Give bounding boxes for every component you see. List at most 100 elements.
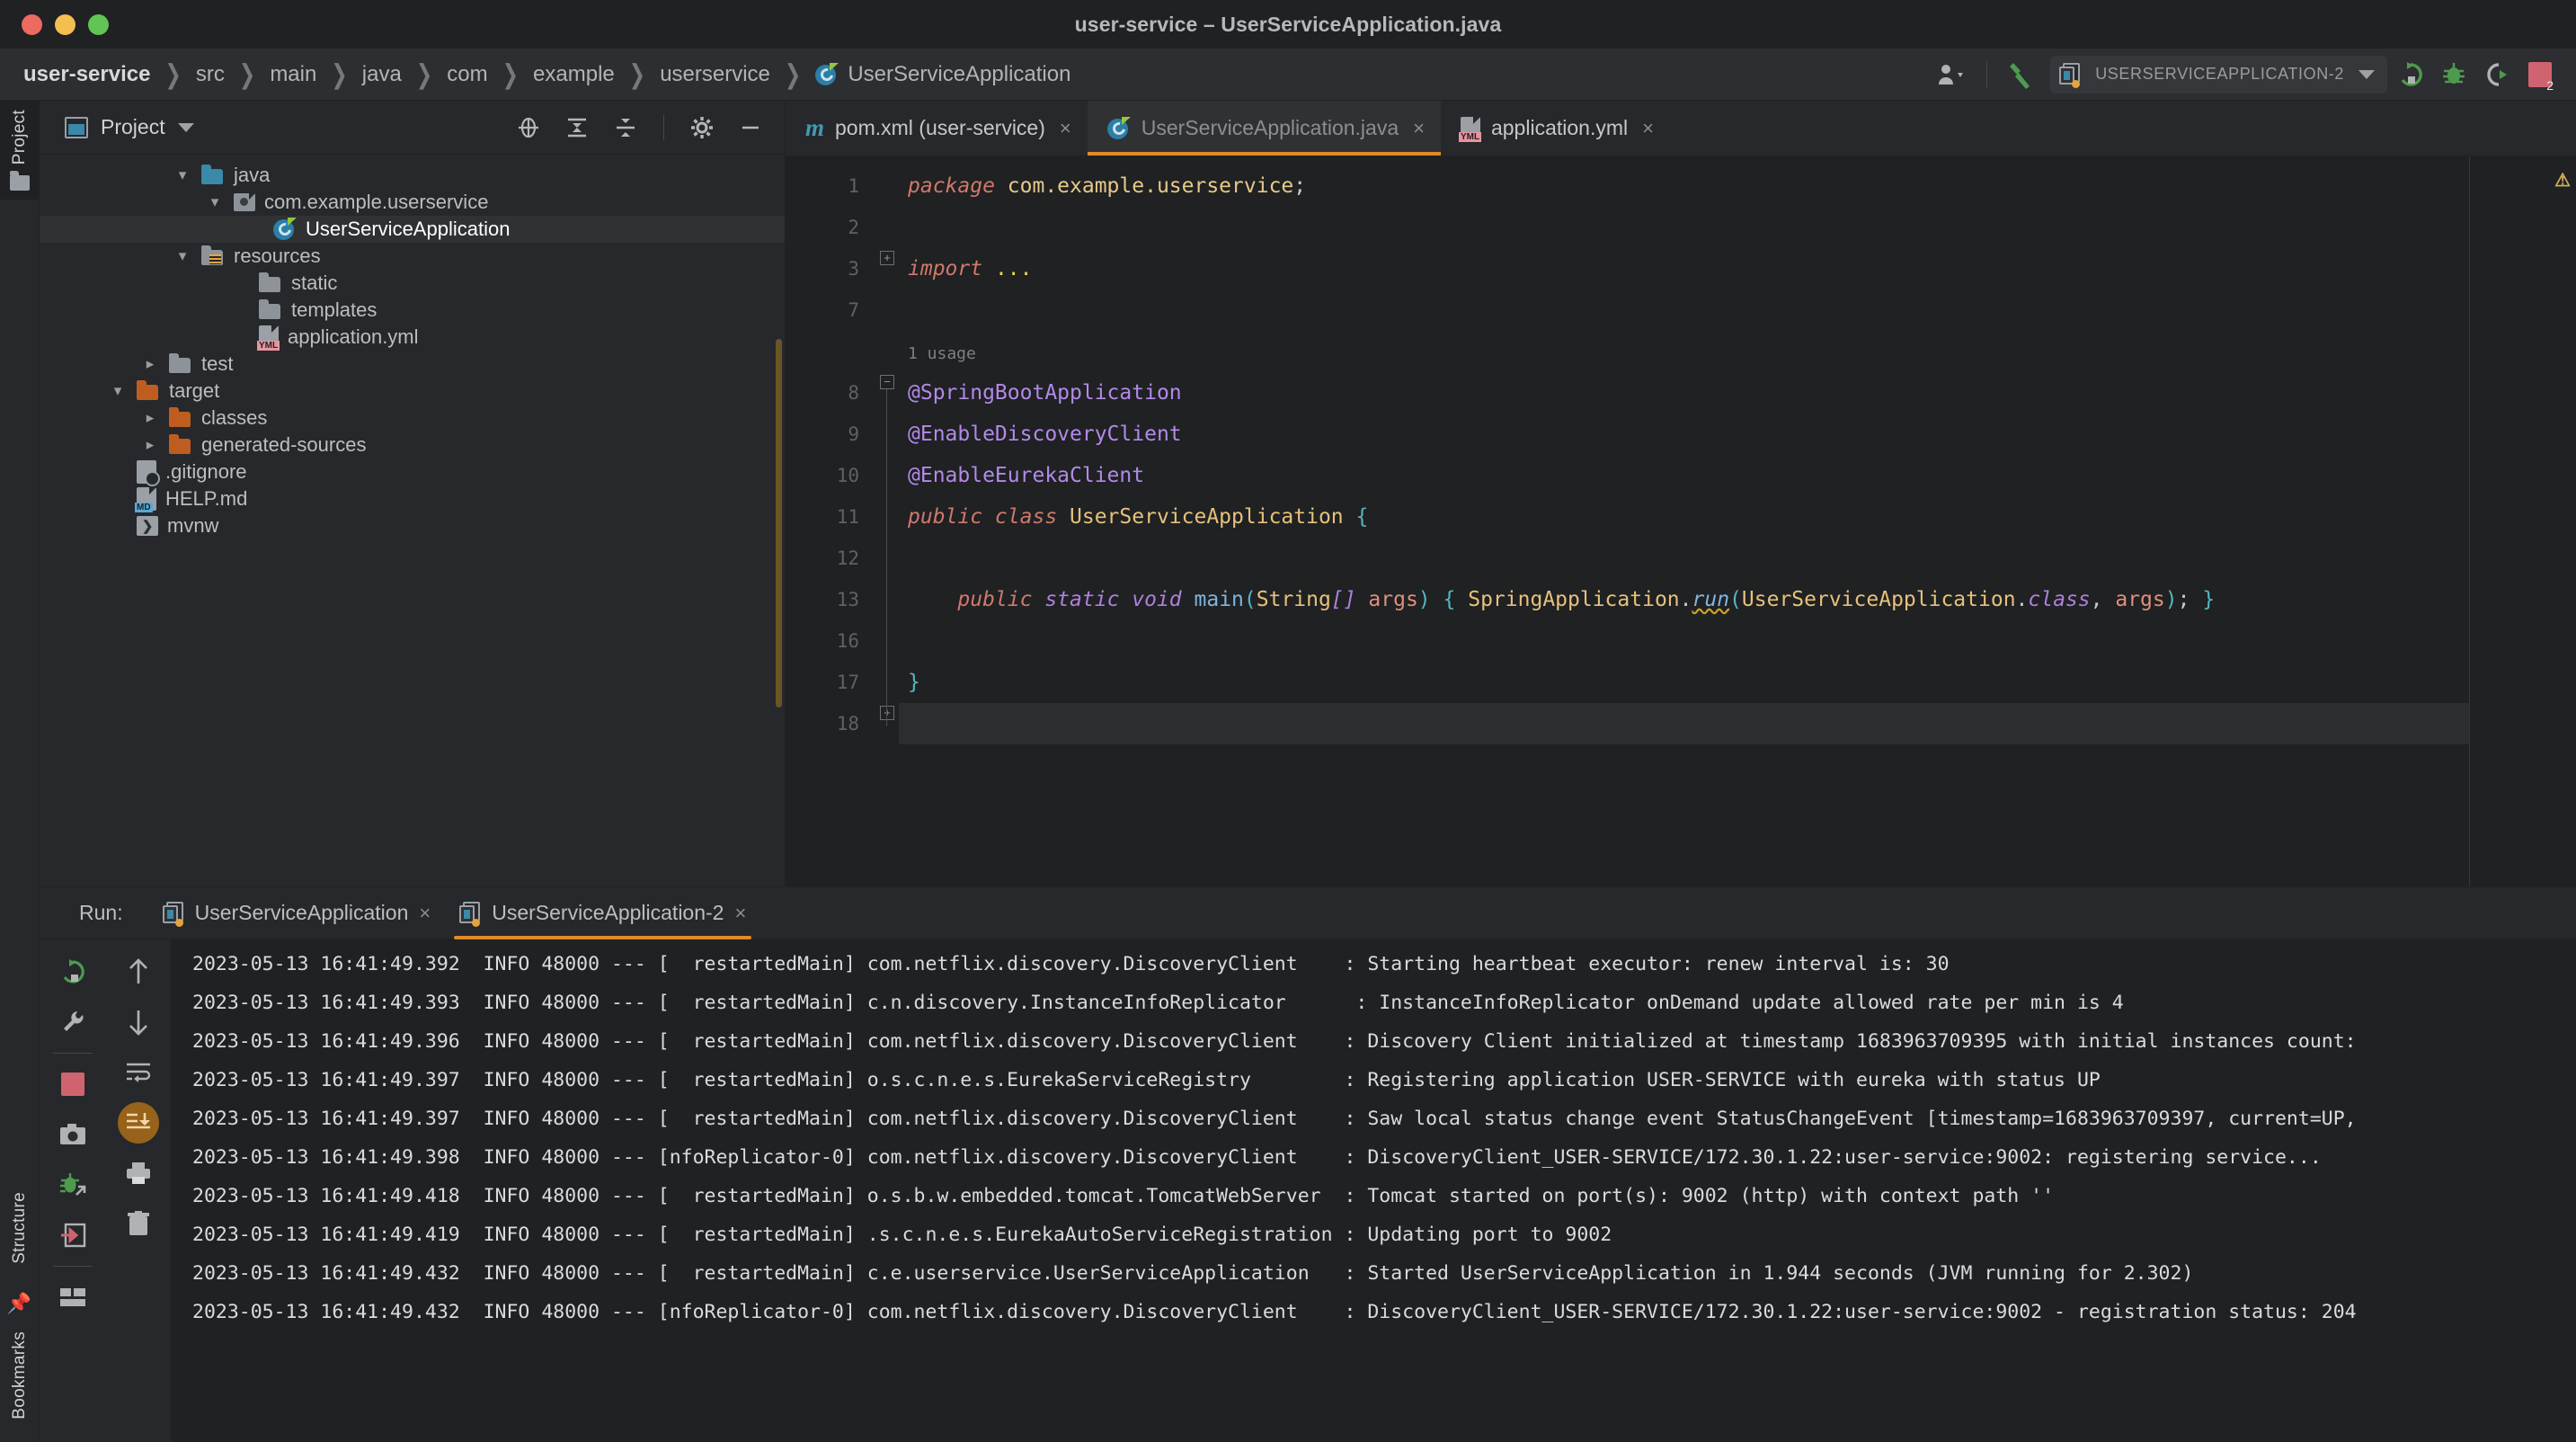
line-number: 11 xyxy=(836,506,859,528)
code-content[interactable]: package com.example.userservice; import … xyxy=(899,156,2576,886)
console-line: 2023-05-13 16:41:49.398 INFO 48000 --- [… xyxy=(192,1146,2322,1169)
code-editor[interactable]: 1 2 3 7 8 9 10 11 12 13 16 17 18 + − + p… xyxy=(786,156,2576,886)
ide-window: user-service – UserServiceApplication.ja… xyxy=(0,0,2576,1442)
tree-item-static[interactable]: ▾ static xyxy=(40,270,785,297)
rerun-icon[interactable] xyxy=(2391,57,2430,93)
chevron-down-icon[interactable] xyxy=(2358,69,2375,79)
breadcrumb-item-example[interactable]: example xyxy=(529,60,618,89)
tab-pom-xml[interactable]: m pom.xml (user-service) × xyxy=(786,101,1088,156)
warning-icon[interactable]: ⚠ xyxy=(2554,169,2571,191)
collapse-all-icon[interactable] xyxy=(608,111,644,144)
print-icon[interactable] xyxy=(111,1148,166,1198)
settings-gear-icon[interactable] xyxy=(684,111,720,144)
stop-icon[interactable]: 2 xyxy=(2520,57,2560,93)
tab-userserviceapplication-java[interactable]: UserServiceApplication.java × xyxy=(1087,101,1442,156)
breadcrumb-item-main[interactable]: main xyxy=(266,60,320,89)
sidebar-item-project[interactable]: Project xyxy=(0,101,40,200)
tree-item-application-yml[interactable]: ▾ YML application.yml xyxy=(40,324,785,351)
chevron-right-icon[interactable]: ▸ xyxy=(140,355,160,373)
rerun-icon[interactable] xyxy=(45,947,101,997)
chevron-right-icon[interactable]: ▸ xyxy=(140,409,160,427)
console-line: 2023-05-13 16:41:49.419 INFO 48000 --- [… xyxy=(192,1224,1612,1246)
arrow-up-icon[interactable] xyxy=(111,947,166,997)
breadcrumb-item-class[interactable]: UserServiceApplication xyxy=(812,60,1074,89)
chevron-down-icon[interactable]: ▾ xyxy=(173,247,192,265)
inspection-gutter[interactable]: ⚠ xyxy=(2470,156,2576,886)
tree-item-java[interactable]: ▾ java xyxy=(40,162,785,189)
tree-item-label: target xyxy=(169,379,220,402)
tree-item-generated-sources[interactable]: ▸ generated-sources xyxy=(40,432,785,458)
tree-item-help-md[interactable]: ▾ MD HELP.md xyxy=(40,485,785,512)
tree-item-test[interactable]: ▸ test xyxy=(40,351,785,378)
tree-item-target[interactable]: ▾ target xyxy=(40,378,785,405)
exit-icon[interactable] xyxy=(45,1210,101,1260)
breadcrumb-item-java[interactable]: java xyxy=(359,60,405,89)
run-tab-userserviceapplication[interactable]: UserServiceApplication × xyxy=(148,887,446,939)
code-line-18 xyxy=(899,703,2576,744)
tab-application-yml[interactable]: YML application.yml × xyxy=(1441,101,1670,156)
close-icon[interactable]: × xyxy=(1060,117,1071,140)
debug-attach-icon[interactable] xyxy=(45,1160,101,1210)
stop-red-icon[interactable] xyxy=(45,1059,101,1109)
line-number: 2 xyxy=(848,217,859,238)
close-icon[interactable]: × xyxy=(419,902,431,925)
select-opened-file-icon[interactable] xyxy=(511,111,546,144)
coverage-icon[interactable] xyxy=(2477,57,2517,93)
wrench-settings-icon[interactable] xyxy=(45,997,101,1047)
console-line: 2023-05-13 16:41:49.397 INFO 48000 --- [… xyxy=(192,1069,2101,1091)
sidebar-item-bookmarks[interactable]: Bookmarks xyxy=(10,1331,30,1442)
run-tab-userserviceapplication-2[interactable]: UserServiceApplication-2 × xyxy=(445,887,760,939)
project-scrollbar[interactable] xyxy=(776,339,782,708)
hide-panel-icon[interactable] xyxy=(733,111,768,144)
run-configuration-selector[interactable]: USERSERVICEAPPLICATION-2 xyxy=(2050,55,2387,93)
expand-all-icon[interactable] xyxy=(559,111,595,144)
close-icon[interactable]: × xyxy=(1642,117,1654,140)
console-output[interactable]: 2023-05-13 16:41:49.392 INFO 48000 --- [… xyxy=(171,939,2576,1442)
tree-item-label: java xyxy=(234,164,271,186)
hammer-build-icon[interactable] xyxy=(2002,57,2041,93)
user-account-icon[interactable] xyxy=(1932,57,1972,93)
arrow-down-icon[interactable] xyxy=(111,997,166,1047)
fold-expand-icon[interactable]: + xyxy=(880,251,894,265)
fold-collapse-icon[interactable]: − xyxy=(880,375,894,389)
tree-item-userserviceapplication[interactable]: ▾ UserServiceApplication xyxy=(40,216,785,243)
breadcrumb-item-userservice[interactable]: userservice xyxy=(656,60,774,89)
tree-item-package[interactable]: ▾ com.example.userservice xyxy=(40,189,785,216)
code-folding-gutter[interactable]: + − + xyxy=(875,156,899,886)
bookmark-pin-icon[interactable]: 📌 xyxy=(7,1292,31,1331)
tree-item-resources[interactable]: ▾ resources xyxy=(40,243,785,270)
left-tool-strip: Project Structure 📌 Bookmarks xyxy=(0,101,40,1442)
tree-item-templates[interactable]: ▾ templates xyxy=(40,297,785,324)
project-tree[interactable]: ▾ java ▾ com.example.userservice ▾ xyxy=(40,155,785,886)
close-icon[interactable]: × xyxy=(1413,117,1425,140)
chevron-down-icon[interactable] xyxy=(177,122,194,132)
line-number: 18 xyxy=(836,713,859,734)
debug-icon[interactable] xyxy=(2434,57,2474,93)
tree-item-mvnw[interactable]: ▾ ❯ mvnw xyxy=(40,512,785,539)
folder-resources-icon xyxy=(201,245,225,266)
stop-badge-count: 2 xyxy=(2546,77,2554,93)
chevron-down-icon[interactable]: ▾ xyxy=(205,193,225,211)
close-icon[interactable]: × xyxy=(734,902,746,925)
tree-item-gitignore[interactable]: ▾ .gitignore xyxy=(40,458,785,486)
fold-expand-icon[interactable]: + xyxy=(880,706,894,720)
layout-icon[interactable] xyxy=(45,1272,101,1322)
chevron-down-icon[interactable]: ▾ xyxy=(173,166,192,184)
sidebar-item-structure[interactable]: Structure xyxy=(10,1192,30,1292)
run-configuration-icon xyxy=(459,901,481,927)
window-title: user-service – UserServiceApplication.ja… xyxy=(1074,12,1502,36)
scroll-to-end-icon[interactable] xyxy=(111,1098,166,1148)
soft-wrap-icon[interactable] xyxy=(111,1047,166,1098)
chevron-right-icon[interactable]: ▸ xyxy=(140,436,160,454)
run-tab-label: UserServiceApplication-2 xyxy=(492,901,724,924)
camera-thread-dump-icon[interactable] xyxy=(45,1109,101,1160)
tree-item-classes[interactable]: ▸ classes xyxy=(40,405,785,432)
trash-icon[interactable] xyxy=(111,1198,166,1249)
line-number: 8 xyxy=(848,382,859,404)
breadcrumb-item-src[interactable]: src xyxy=(192,60,228,89)
breadcrumb-item-com[interactable]: com xyxy=(443,60,491,89)
breadcrumb-item-project[interactable]: user-service xyxy=(20,60,154,89)
usage-hint[interactable]: 1 usage xyxy=(899,331,2576,372)
chevron-down-icon[interactable]: ▾ xyxy=(108,382,128,400)
